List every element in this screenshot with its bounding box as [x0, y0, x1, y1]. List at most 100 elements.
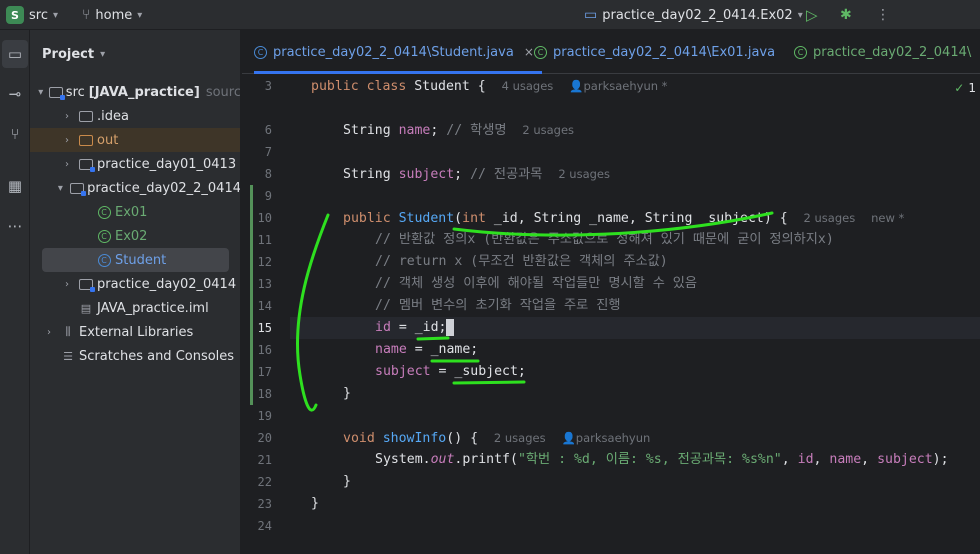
tree-item-label: Scratches and Consoles [79, 348, 235, 364]
comment-line: // 반환값 정의x (반환값은 주소값으로 정해져 있기 때문에 굳이 정의하… [375, 232, 834, 247]
class-icon: C [794, 45, 807, 59]
main-toolbar: S src ▾ ⑂ home ▾ ▭ practice_day02_2_0414… [0, 0, 980, 30]
field: name [829, 452, 862, 467]
assignment: = _subject; [430, 364, 526, 379]
more-icon: ⋯ [7, 217, 23, 235]
field: name [375, 342, 407, 357]
method-name: showInfo [382, 431, 447, 446]
run-config-selector[interactable]: ▭ practice_day02_2_0414.Ex02 ▾ [584, 0, 803, 30]
tree-item-label: out [97, 132, 119, 148]
tree-item-label: External Libraries [79, 324, 194, 340]
tree-item[interactable]: › out [30, 128, 240, 152]
code-line: void showInfo() { 2 usages 👤parksaehyun [343, 427, 650, 449]
pull-requests-tool-button[interactable]: ⑂ [0, 120, 30, 148]
project-tool-button[interactable]: ▭ [2, 40, 28, 68]
tree-item[interactable]: C Ex02 [30, 224, 240, 248]
tree-item[interactable]: ▤ JAVA_practice.iml [30, 296, 240, 320]
text-caret [446, 318, 455, 336]
chevron-down-icon: ▾ [52, 9, 59, 21]
chevron-right-icon[interactable]: › [60, 279, 74, 290]
string-literal: "학번 : %d, 이름: %s, 전공과목: %s%n" [517, 452, 782, 467]
author-hint[interactable]: parksaehyun [576, 431, 651, 445]
tab-student-java[interactable]: C practice_day02_2_0414\Student.java × [254, 30, 542, 74]
tree-item-label: .idea [97, 108, 129, 124]
usages-hint[interactable]: 4 usages [502, 79, 554, 93]
line-number: 8 [264, 167, 272, 181]
runnable-class-icon: C [96, 229, 112, 243]
chevron-right-icon[interactable]: › [60, 135, 74, 146]
library-icon: ⫼ [65, 325, 71, 338]
chevron-down-icon: ▾ [137, 9, 143, 21]
inspection-widget[interactable]: ✓ 1 [954, 81, 976, 95]
editor-tabs: C practice_day02_2_0414\Student.java × C… [242, 30, 980, 74]
check-icon: ✓ [954, 81, 965, 95]
usages-hint[interactable]: 2 usages [558, 167, 610, 181]
tab-ex02-java[interactable]: C practice_day02_2_0414\ [794, 30, 971, 74]
type: String [343, 167, 391, 182]
tree-item[interactable]: › practice_day01_0413 [30, 152, 240, 176]
tree-item[interactable]: C Ex01 [30, 200, 240, 224]
code-line: } [311, 496, 319, 511]
chevron-down-icon[interactable]: ▾ [37, 87, 45, 98]
project-panel: Project ▾ ▾ src [JAVA_practice] sourc › .idea… [30, 30, 241, 554]
comment-line: // return x (무조건 반환값은 객체의 주소값) [375, 254, 668, 269]
vcs-change-marker[interactable] [250, 185, 253, 405]
package-icon [70, 181, 87, 196]
tool-window-bar: ▭ ⊸ ⑂ ▦ ⋯ [0, 30, 30, 554]
class-ref: System. [375, 452, 431, 467]
class-icon: C [534, 45, 547, 59]
author-hint[interactable]: parksaehyun * [584, 79, 668, 93]
usages-hint[interactable]: 2 usages [494, 431, 546, 445]
code-line: } [343, 386, 351, 401]
tree-item[interactable]: › practice_day02_0414 [30, 272, 240, 296]
chevron-right-icon[interactable]: › [42, 327, 56, 338]
usages-hint[interactable]: 2 usages [522, 123, 574, 137]
structure-tool-button[interactable]: ▦ [0, 172, 30, 200]
file-icon: ▤ [80, 301, 92, 315]
new-hint[interactable]: new * [871, 211, 904, 225]
debug-button[interactable]: ✱ [840, 0, 852, 30]
more-tools-button[interactable]: ⋯ [0, 212, 30, 240]
class-name: Student [414, 79, 470, 94]
separator: , [781, 452, 798, 467]
tree-item[interactable]: › ⫼ External Libraries [30, 320, 240, 344]
close-icon[interactable]: × [524, 45, 534, 59]
tree-item[interactable]: ☰ Scratches and Consoles [30, 344, 240, 368]
commit-tool-button[interactable]: ⊸ [0, 80, 30, 108]
usages-hint[interactable]: 2 usages [804, 211, 856, 225]
tab-ex01-java[interactable]: C practice_day02_2_0414\Ex01.java [534, 30, 775, 74]
package-icon [78, 157, 95, 172]
tree-item[interactable]: C Student [42, 248, 229, 272]
package-icon [78, 277, 95, 292]
assignment: = _name; [406, 342, 479, 357]
comment: // 학생명 [446, 123, 507, 138]
run-button[interactable]: ▷ [806, 0, 818, 30]
more-actions-button[interactable]: ⋮ [876, 0, 890, 30]
debug-icon: ✱ [840, 7, 852, 23]
keyword: public [343, 211, 391, 226]
run-config-name: practice_day02_2_0414.Ex02 [602, 7, 793, 23]
tree-item[interactable]: ▾ practice_day02_2_0414 [30, 176, 240, 200]
project-switcher[interactable]: S src ▾ [6, 0, 58, 30]
commit-icon: ⊸ [8, 85, 22, 103]
line-number: 18 [257, 387, 272, 401]
problems-count: 1 [968, 81, 976, 95]
excluded-folder-icon [78, 133, 94, 147]
code-editor[interactable]: 3 6 7 8 9 10 11 12 13 14 15 16 17 18 19 20 21 22 23 24 ✓ 1 … [242, 75, 980, 554]
chevron-right-icon[interactable]: › [60, 111, 74, 122]
author-icon: 👤 [561, 431, 576, 445]
source-root-label: sourc [205, 84, 241, 100]
tree-item[interactable]: ▾ src [JAVA_practice] sourc [30, 80, 241, 104]
chevron-down-icon[interactable]: ▾ [55, 183, 67, 194]
tree-item[interactable]: › .idea [30, 104, 240, 128]
project-panel-header[interactable]: Project ▾ [42, 47, 105, 62]
branch-switcher[interactable]: ⑂ home ▾ [82, 0, 142, 30]
folder-icon [78, 109, 94, 123]
brace: { [477, 79, 486, 94]
comment: // 전공과목 [470, 167, 543, 182]
chevron-right-icon[interactable]: › [60, 159, 74, 170]
code-line: subject = _subject; [375, 361, 526, 383]
more-vertical-icon: ⋮ [876, 7, 890, 23]
method-call: .printf( [454, 452, 518, 467]
field: subject [877, 452, 933, 467]
